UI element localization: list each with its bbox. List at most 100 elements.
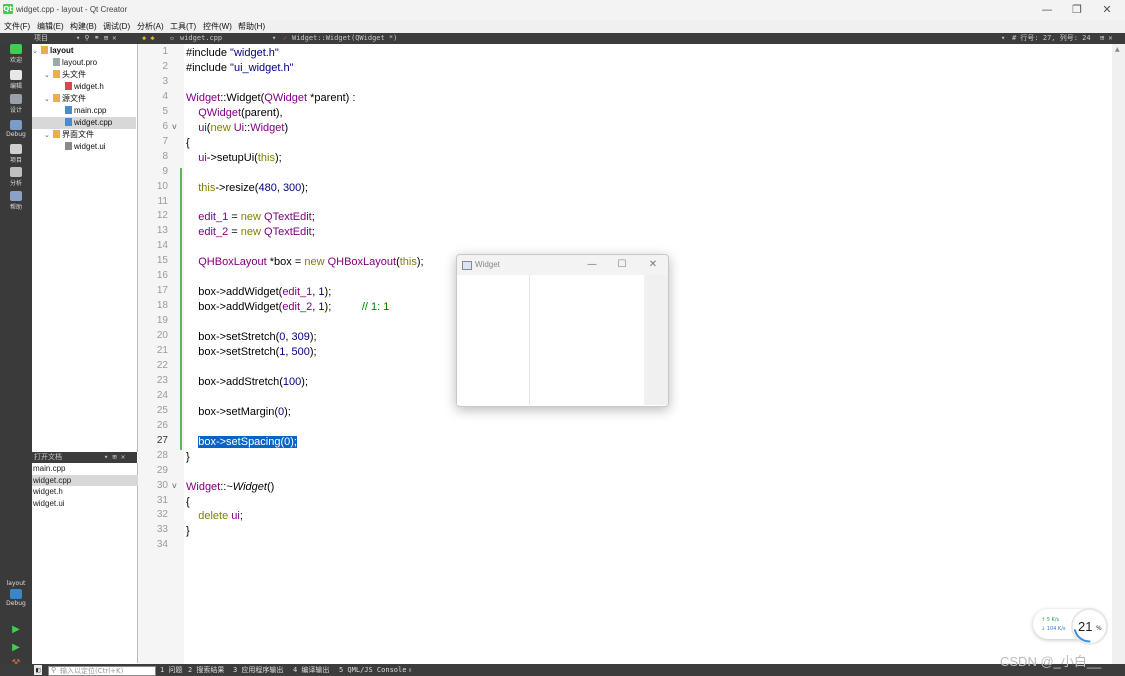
tree-item-----[interactable]: ⌄ 界面文件 [32,129,136,141]
tree-item-label: widget.cpp [74,118,113,127]
code-line: box->addStretch(100); [186,375,308,390]
upload-speed-value: 5 K/s [1046,617,1060,623]
restore-button[interactable]: ❐ [1062,0,1092,20]
more-tabs-icon[interactable]: ⇳ [408,665,412,675]
fold-marker-icon[interactable]: v [172,481,177,490]
menu-file[interactable]: 文件(F) [4,20,30,33]
minimize-button[interactable]: — [1032,0,1062,20]
mode-document[interactable]: 编辑 [0,70,32,90]
scroll-up-icon[interactable]: ▲ [1115,46,1120,53]
line-number: 7 [162,135,168,147]
widget-minimize-button[interactable]: — [580,255,604,275]
bug-icon [10,120,22,130]
line-number: 17 [156,285,168,297]
open-document-item[interactable]: widget.cpp [32,474,138,486]
line-number: 32 [156,509,168,521]
tree-item-label: widget.h [74,82,104,91]
menu-help[interactable]: 帮助(H) [238,20,265,33]
qt-logo-icon [10,44,22,54]
open-document-item[interactable]: widget.h [32,486,138,497]
mode-help[interactable]: 帮助 [0,191,32,211]
chevron-down-icon[interactable]: ▾ [1001,33,1005,44]
gauge-unit: % [1096,625,1102,632]
widget-title-bar[interactable]: Widget — ☐ ✕ [457,255,668,275]
menu-build[interactable]: 构建(B) [70,20,97,33]
code-token: "widget.h" [230,47,279,59]
locator-input[interactable]: ⚲ 输入以定位(Ctrl+K) [48,666,156,676]
code-token: QWidget [198,106,242,119]
pane-controls-icon[interactable]: ▾ ⊞ ✕ [104,452,125,463]
code-token: box->addWidget( [186,286,283,299]
tab-compile-output[interactable]: 4 编译输出 [293,665,329,675]
mode-bug[interactable]: Debug [0,120,32,138]
menu-tools[interactable]: 工具(T) [170,20,196,33]
text-edit-1[interactable] [457,275,530,405]
chevron-down-icon[interactable]: ▾ [272,33,276,44]
tree-item----[interactable]: ⌄ 源文件 [32,93,136,105]
debug-run-icon[interactable]: ▶ [0,642,32,653]
line-number: 5 [162,105,168,117]
code-token: this [257,151,275,164]
mode-pen[interactable]: 设计 [0,94,32,114]
open-documents-title: 打开文档 [34,453,62,461]
code-token: ui [198,151,207,164]
tree-item-layout[interactable]: ⌄ layout [32,45,136,57]
tab-app-output[interactable]: 3 应用程序输出 [233,665,283,675]
menu-debug[interactable]: 调试(D) [103,20,130,33]
widget-window[interactable]: Widget — ☐ ✕ [456,254,669,407]
menu-analyze[interactable]: 分析(A) [137,20,164,33]
watermark: CSDN @_小白__ [1000,654,1102,669]
close-button[interactable]: ✕ [1092,0,1122,20]
mode-monitor[interactable]: 分析 [0,167,32,187]
vertical-scrollbar[interactable]: ▲ [1112,44,1125,664]
text-edit-2[interactable] [530,275,644,405]
tab-search-results[interactable]: 2 搜索结果 [188,665,224,675]
code-line: ui(new Ui::Widget) [186,121,288,136]
tree-item-main-cpp[interactable]: main.cpp [32,105,136,117]
split-icon[interactable]: ⊞ ✕ [1100,33,1113,44]
cpu-gauge[interactable]: 21 % [1071,608,1108,645]
mode-qt-logo[interactable]: 欢迎 [0,44,32,64]
widget-maximize-button[interactable]: ☐ [610,255,634,275]
filter-icon[interactable]: ▾ ⚲ ⚭ ⊞ ✕ [76,33,117,44]
code-token: box->addWidget( [186,301,283,314]
code-line: QHBoxLayout *box = new QHBoxLayout(this)… [186,255,423,270]
open-documents-list: main.cpp widget.cpp widget.h widget.ui [32,463,138,663]
menu-edit[interactable]: 编辑(E) [37,20,64,33]
code-token: QHBoxLayout [198,256,267,269]
tree-item-widget-ui[interactable]: widget.ui [32,141,136,153]
tab-issues[interactable]: 1 问题 [160,665,182,675]
fold-marker-icon[interactable]: v [172,122,177,131]
sidebar-toggle-icon[interactable]: ◧ [34,665,43,675]
code-line: Widget::Widget(QWidget *parent) : [186,91,355,106]
run-icon[interactable]: ▶ [0,624,32,635]
code-token: ->setupUi( [206,151,258,164]
line-number: 25 [156,404,168,416]
tree-item-layout-pro[interactable]: layout.pro [32,57,136,69]
mode-wrench[interactable]: 项目 [0,144,32,164]
code-token: Ui [233,121,245,134]
open-document-item[interactable]: widget.ui [32,498,138,509]
widget-close-button[interactable]: ✕ [641,255,665,275]
tab-qml-console[interactable]: 5 QML/JS Console [339,665,406,675]
tree-item-widget-cpp[interactable]: widget.cpp [32,117,136,129]
file-combo[interactable]: widget.cpp [180,33,222,44]
tree-item----[interactable]: ⌄ 头文件 [32,69,136,81]
code-line: { [186,136,190,151]
nav-back-icon[interactable]: ◆ ◆ [142,33,155,44]
code-line: { [186,495,190,510]
code-token: ); [324,301,362,314]
title-bar: Qt widget.cpp - layout - Qt Creator — ❐ … [0,0,1125,20]
code-token: box->addStretch( [186,375,283,388]
symbol-combo[interactable]: Widget::Widget(QWidget *) [292,33,397,44]
code-token: ->resize( [215,181,259,194]
menu-controls[interactable]: 控件(W) [203,20,232,33]
tree-item-widget-h[interactable]: widget.h [32,81,136,93]
mode-label: 帮助 [9,204,22,211]
open-document-item[interactable]: main.cpp [32,463,138,474]
code-token: ); [309,331,317,344]
code-token: *parent) : [307,91,356,104]
mode-label: 欢迎 [9,57,22,64]
kit-selector[interactable]: layout Debug [0,580,32,607]
code-line: edit_2 = new QTextEdit; [186,225,315,240]
